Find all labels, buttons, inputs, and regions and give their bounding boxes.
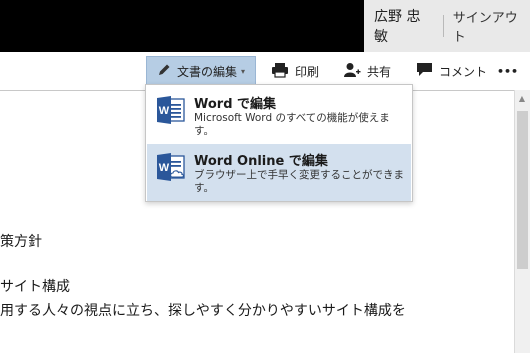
- svg-text:W: W: [159, 105, 170, 117]
- menu-item-description: Microsoft Word のすべての機能が使えます。: [194, 112, 390, 137]
- word-online-icon: W: [156, 152, 188, 186]
- edit-menu-dropdown: W Word で編集 Microsoft Word のすべての機能が使えます。 …: [145, 84, 413, 202]
- scroll-up-arrow-icon[interactable]: ▲: [517, 94, 527, 103]
- user-name[interactable]: 広野 忠敏: [364, 6, 434, 46]
- more-options-button[interactable]: •••: [497, 56, 518, 86]
- scrollbar-thumb[interactable]: [517, 111, 528, 269]
- edit-document-label: 文書の編集: [177, 64, 238, 79]
- add-person-icon: [343, 62, 361, 81]
- print-button[interactable]: 印刷: [271, 56, 319, 86]
- menu-item-title: Word Online で編集: [194, 154, 328, 169]
- document-line: 策方針: [0, 234, 42, 250]
- print-label: 印刷: [295, 64, 320, 79]
- comment-button[interactable]: コメント: [416, 56, 487, 86]
- edit-document-button[interactable]: 文書の編集 ▾: [146, 56, 256, 86]
- divider: [442, 15, 444, 37]
- printer-icon: [271, 62, 289, 81]
- user-bar: 広野 忠敏 サインアウト: [364, 0, 530, 52]
- chevron-down-icon: ▾: [241, 66, 246, 76]
- menu-item-edit-in-word[interactable]: W Word で編集 Microsoft Word のすべての機能が使えます。: [147, 87, 411, 144]
- word-icon: W: [156, 95, 186, 129]
- signout-link[interactable]: サインアウト: [453, 7, 530, 45]
- share-label: 共有: [367, 64, 392, 79]
- pencil-icon: [157, 63, 171, 80]
- svg-text:W: W: [159, 162, 170, 174]
- document-line: 用する人々の視点に立ち、探しやすく分かりやすいサイト構成を: [0, 303, 406, 319]
- menu-item-title: Word で編集: [194, 97, 277, 112]
- menu-item-edit-in-word-online[interactable]: W Word Online で編集 ブラウザー上で手早く変更することができます。: [147, 144, 411, 201]
- menu-item-description: ブラウザー上で手早く変更することができます。: [194, 169, 404, 194]
- document-line: サイト構成: [0, 279, 70, 295]
- comment-icon: [416, 62, 433, 80]
- share-button[interactable]: 共有: [343, 56, 391, 86]
- comment-label: コメント: [439, 64, 488, 79]
